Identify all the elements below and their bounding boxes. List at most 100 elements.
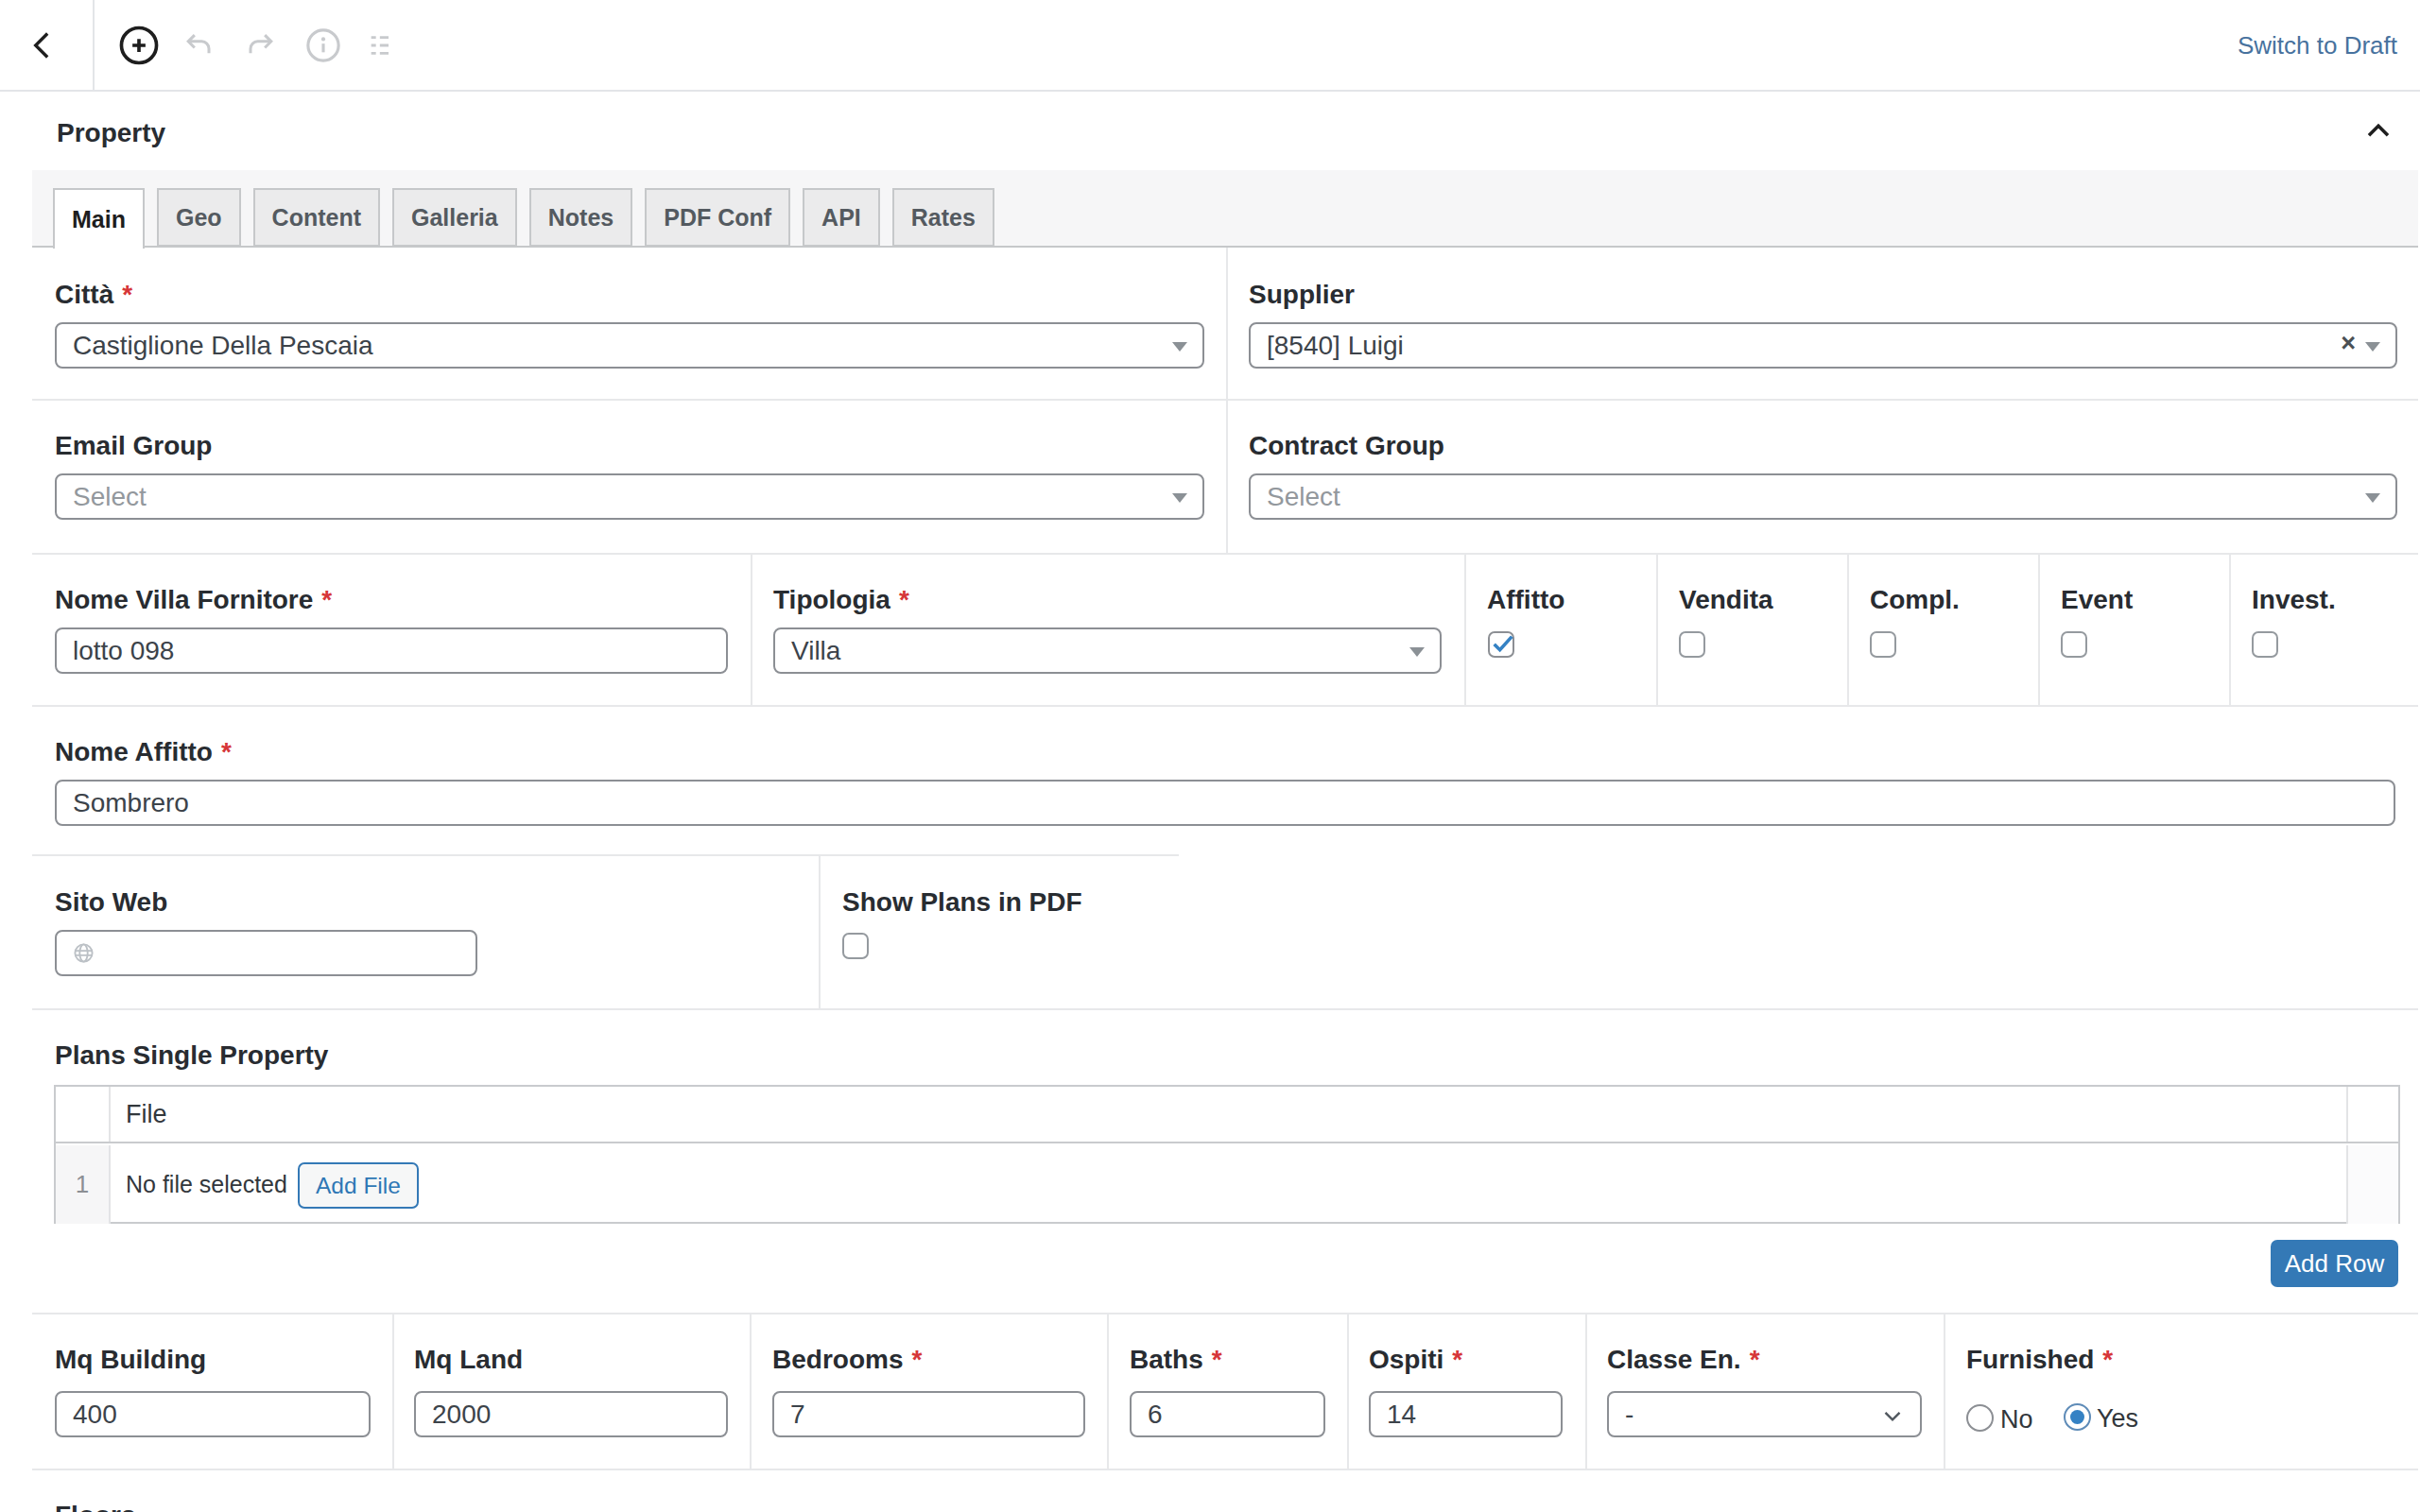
sito-web-input[interactable] — [55, 930, 477, 976]
col-divider — [1464, 553, 1466, 705]
tipologia-select[interactable]: Villa — [773, 627, 1442, 674]
affitto-checkbox[interactable] — [1488, 631, 1514, 658]
furnished-yes-label: Yes — [2097, 1404, 2138, 1434]
supplier-label: Supplier — [1249, 280, 1355, 310]
tab-rates[interactable]: Rates — [892, 188, 994, 247]
nome-villa-input[interactable]: lotto 098 — [55, 627, 728, 674]
compl-checkbox[interactable] — [1870, 631, 1896, 658]
row-divider — [32, 1008, 2418, 1010]
plans-table-header-row: File — [56, 1087, 2398, 1143]
list-view-button[interactable] — [365, 26, 403, 64]
row-order-cell[interactable]: 1 — [56, 1145, 111, 1224]
mq-building-label: Mq Building — [55, 1345, 206, 1375]
row-divider — [32, 854, 1179, 856]
select-arrow-icon — [2365, 342, 2380, 352]
col-divider — [751, 553, 752, 705]
classe-en-label: Classe En.* — [1607, 1345, 1760, 1375]
col-divider — [1226, 248, 1228, 553]
supplier-select[interactable]: [8540] Luigi × — [1249, 322, 2397, 369]
toolbar-divider — [93, 0, 95, 90]
tab-main[interactable]: Main — [53, 188, 145, 249]
nome-villa-label: Nome Villa Fornitore* — [55, 585, 332, 615]
contract-group-select[interactable]: Select — [1249, 473, 2397, 520]
floors-label: Floors — [55, 1501, 136, 1512]
invest-checkbox[interactable] — [2252, 631, 2278, 658]
file-column-header: File — [126, 1100, 167, 1129]
editor-toolbar: Switch to Draft — [0, 0, 2420, 92]
tab-api[interactable]: API — [803, 188, 880, 247]
clear-icon[interactable]: × — [2341, 329, 2356, 358]
classe-en-select[interactable]: - — [1607, 1391, 1922, 1437]
add-file-button[interactable]: Add File — [298, 1162, 419, 1209]
nome-affitto-input[interactable]: Sombrero — [55, 780, 2395, 826]
row-divider — [32, 1313, 2418, 1314]
show-plans-checkbox[interactable] — [842, 933, 869, 959]
invest-label: Invest. — [2252, 585, 2336, 615]
order-column-header — [56, 1087, 111, 1142]
bedrooms-input[interactable]: 7 — [772, 1391, 1085, 1437]
tipologia-label: Tipologia* — [773, 585, 909, 615]
radio-dot — [2070, 1410, 2084, 1424]
plans-label: Plans Single Property — [55, 1040, 328, 1071]
row-divider — [32, 399, 2418, 401]
vendita-label: Vendita — [1679, 585, 1773, 615]
vendita-checkbox[interactable] — [1679, 631, 1705, 658]
nome-affitto-label: Nome Affitto* — [55, 737, 232, 767]
add-block-button[interactable] — [115, 22, 163, 69]
undo-icon — [180, 26, 217, 64]
ospiti-label: Ospiti* — [1369, 1345, 1462, 1375]
file-empty-text: No file selected — [126, 1171, 287, 1198]
info-button[interactable] — [302, 25, 344, 66]
switch-to-draft-link[interactable]: Switch to Draft — [2238, 31, 2397, 60]
event-checkbox[interactable] — [2061, 631, 2087, 658]
panel-collapse-button[interactable] — [2360, 112, 2397, 150]
email-group-select[interactable]: Select — [55, 473, 1204, 520]
baths-label: Baths* — [1130, 1345, 1222, 1375]
select-arrow-icon — [1409, 647, 1425, 657]
ospiti-input[interactable]: 14 — [1369, 1391, 1563, 1437]
undo-button[interactable] — [180, 26, 217, 64]
panel-title: Property — [57, 118, 165, 148]
row-divider — [32, 705, 2418, 707]
row-divider — [32, 1469, 2418, 1470]
col-divider — [750, 1313, 752, 1469]
citta-label: Città* — [55, 280, 132, 310]
select-arrow-icon — [1172, 342, 1187, 352]
furnished-label: Furnished* — [1966, 1345, 2113, 1375]
chevron-down-icon — [1878, 1401, 1907, 1430]
citta-select[interactable]: Castiglione Della Pescaia — [55, 322, 1204, 369]
globe-icon — [73, 942, 95, 964]
row-remove-cell — [2346, 1145, 2398, 1224]
back-button[interactable] — [25, 26, 62, 64]
col-divider — [392, 1313, 394, 1469]
redo-icon — [242, 26, 280, 64]
baths-input[interactable]: 6 — [1130, 1391, 1325, 1437]
tab-pdf-conf[interactable]: PDF Conf — [645, 188, 790, 247]
plans-table-row: 1 No file selected Add File — [56, 1145, 2398, 1224]
furnished-no-label: No — [2000, 1405, 2033, 1435]
back-chevron-icon — [25, 26, 62, 64]
compl-label: Compl. — [1870, 585, 1960, 615]
affitto-label: Affitto — [1487, 585, 1564, 615]
select-arrow-icon — [2365, 493, 2380, 503]
chevron-up-icon — [2360, 112, 2397, 150]
add-row-button[interactable]: Add Row — [2271, 1240, 2398, 1287]
redo-button[interactable] — [242, 26, 280, 64]
furnished-no-radio[interactable] — [1966, 1404, 1994, 1432]
bedrooms-label: Bedrooms* — [772, 1345, 922, 1375]
remove-column-header — [2346, 1087, 2398, 1142]
col-divider — [819, 855, 821, 1008]
tab-galleria[interactable]: Galleria — [392, 188, 517, 247]
col-divider — [1347, 1313, 1349, 1469]
event-label: Event — [2061, 585, 2133, 615]
mq-land-input[interactable]: 2000 — [414, 1391, 728, 1437]
row-divider — [32, 553, 2418, 555]
tab-notes[interactable]: Notes — [529, 188, 632, 247]
plus-circle-icon — [115, 22, 163, 69]
col-divider — [2038, 553, 2040, 705]
select-arrow-icon — [1172, 493, 1187, 503]
tab-geo[interactable]: Geo — [157, 188, 241, 247]
furnished-yes-radio[interactable] — [2064, 1403, 2091, 1431]
mq-building-input[interactable]: 400 — [55, 1391, 371, 1437]
tab-content[interactable]: Content — [253, 188, 380, 247]
